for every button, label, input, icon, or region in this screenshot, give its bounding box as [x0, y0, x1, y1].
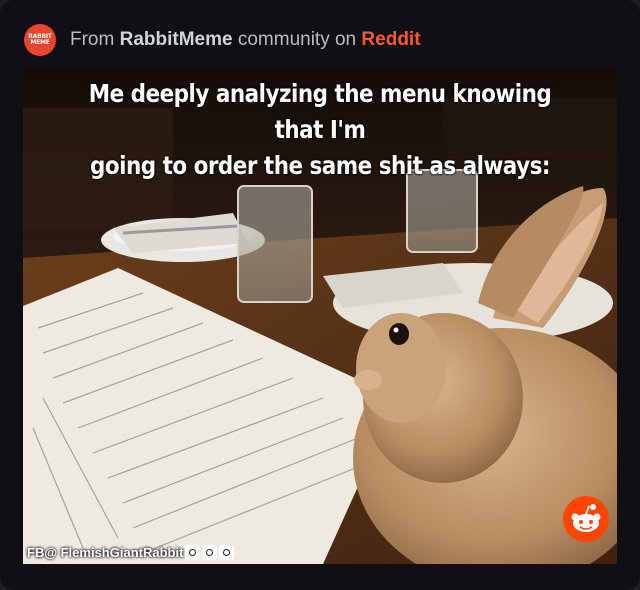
reddit-snoo-glyph: [571, 504, 601, 532]
watermark: FB@ FlemishGiantRabbit: [27, 545, 236, 560]
meme-image[interactable]: Me deeply analyzing the menu knowing tha…: [23, 68, 617, 564]
twitter-icon: [219, 545, 235, 560]
post-header: RABBIT MEME From RabbitMeme community on…: [24, 24, 624, 56]
social-icons: [185, 545, 236, 560]
meme-caption: Me deeply analyzing the menu knowing tha…: [88, 79, 552, 180]
source-middle: community on: [237, 29, 357, 50]
post-card: RABBIT MEME From RabbitMeme community on…: [0, 0, 640, 590]
site-link[interactable]: Reddit: [361, 29, 420, 50]
instagram-icon: [202, 545, 218, 560]
reddit-snoo-icon: [563, 496, 609, 542]
facebook-icon: [185, 545, 201, 560]
source-line: From RabbitMeme community on Reddit: [70, 29, 421, 51]
subreddit-icon-text: RABBIT MEME: [28, 33, 52, 46]
watermark-text: FB@ FlemishGiantRabbit: [27, 545, 184, 560]
community-link[interactable]: RabbitMeme: [120, 29, 233, 50]
rabbit-meme-logo-icon[interactable]: RABBIT MEME: [24, 24, 56, 56]
source-prefix: From: [70, 29, 115, 50]
